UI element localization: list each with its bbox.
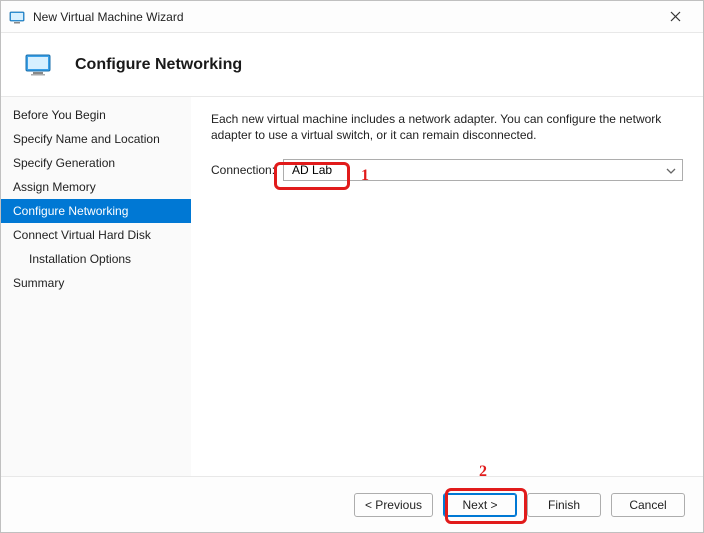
close-button[interactable] <box>655 3 695 31</box>
connection-value: AD Lab <box>292 163 332 177</box>
finish-button[interactable]: Finish <box>527 493 601 517</box>
sidebar-item-summary[interactable]: Summary <box>1 271 191 295</box>
content-pane: Each new virtual machine includes a netw… <box>191 97 703 476</box>
previous-button[interactable]: < Previous <box>354 493 433 517</box>
annotation-label-1: 1 <box>361 167 369 185</box>
step-sidebar: Before You Begin Specify Name and Locati… <box>1 97 191 476</box>
connection-row: Connection: AD Lab <box>211 159 683 181</box>
sidebar-item-before-you-begin[interactable]: Before You Begin <box>1 103 191 127</box>
window-title: New Virtual Machine Wizard <box>33 10 184 24</box>
sidebar-item-assign-memory[interactable]: Assign Memory <box>1 175 191 199</box>
titlebar: New Virtual Machine Wizard <box>1 1 703 33</box>
sidebar-item-specify-name[interactable]: Specify Name and Location <box>1 127 191 151</box>
connection-label: Connection: <box>211 163 275 177</box>
connection-dropdown[interactable]: AD Lab <box>283 159 683 181</box>
sidebar-item-installation-options[interactable]: Installation Options <box>1 247 191 271</box>
app-icon <box>9 9 25 25</box>
sidebar-item-specify-generation[interactable]: Specify Generation <box>1 151 191 175</box>
wizard-window: New Virtual Machine Wizard Configure Net… <box>0 0 704 533</box>
wizard-footer: < Previous Next > Finish Cancel <box>1 476 703 532</box>
chevron-down-icon <box>666 163 676 177</box>
close-icon <box>670 11 681 22</box>
cancel-button[interactable]: Cancel <box>611 493 685 517</box>
sidebar-item-connect-vhd[interactable]: Connect Virtual Hard Disk <box>1 223 191 247</box>
description-text: Each new virtual machine includes a netw… <box>211 111 683 143</box>
annotation-label-2: 2 <box>479 463 487 481</box>
page-title: Configure Networking <box>75 56 242 74</box>
wizard-header: Configure Networking <box>1 33 703 97</box>
wizard-body: Before You Begin Specify Name and Locati… <box>1 97 703 476</box>
vm-icon <box>25 53 53 77</box>
sidebar-item-configure-networking[interactable]: Configure Networking <box>1 199 191 223</box>
next-button[interactable]: Next > <box>443 493 517 517</box>
